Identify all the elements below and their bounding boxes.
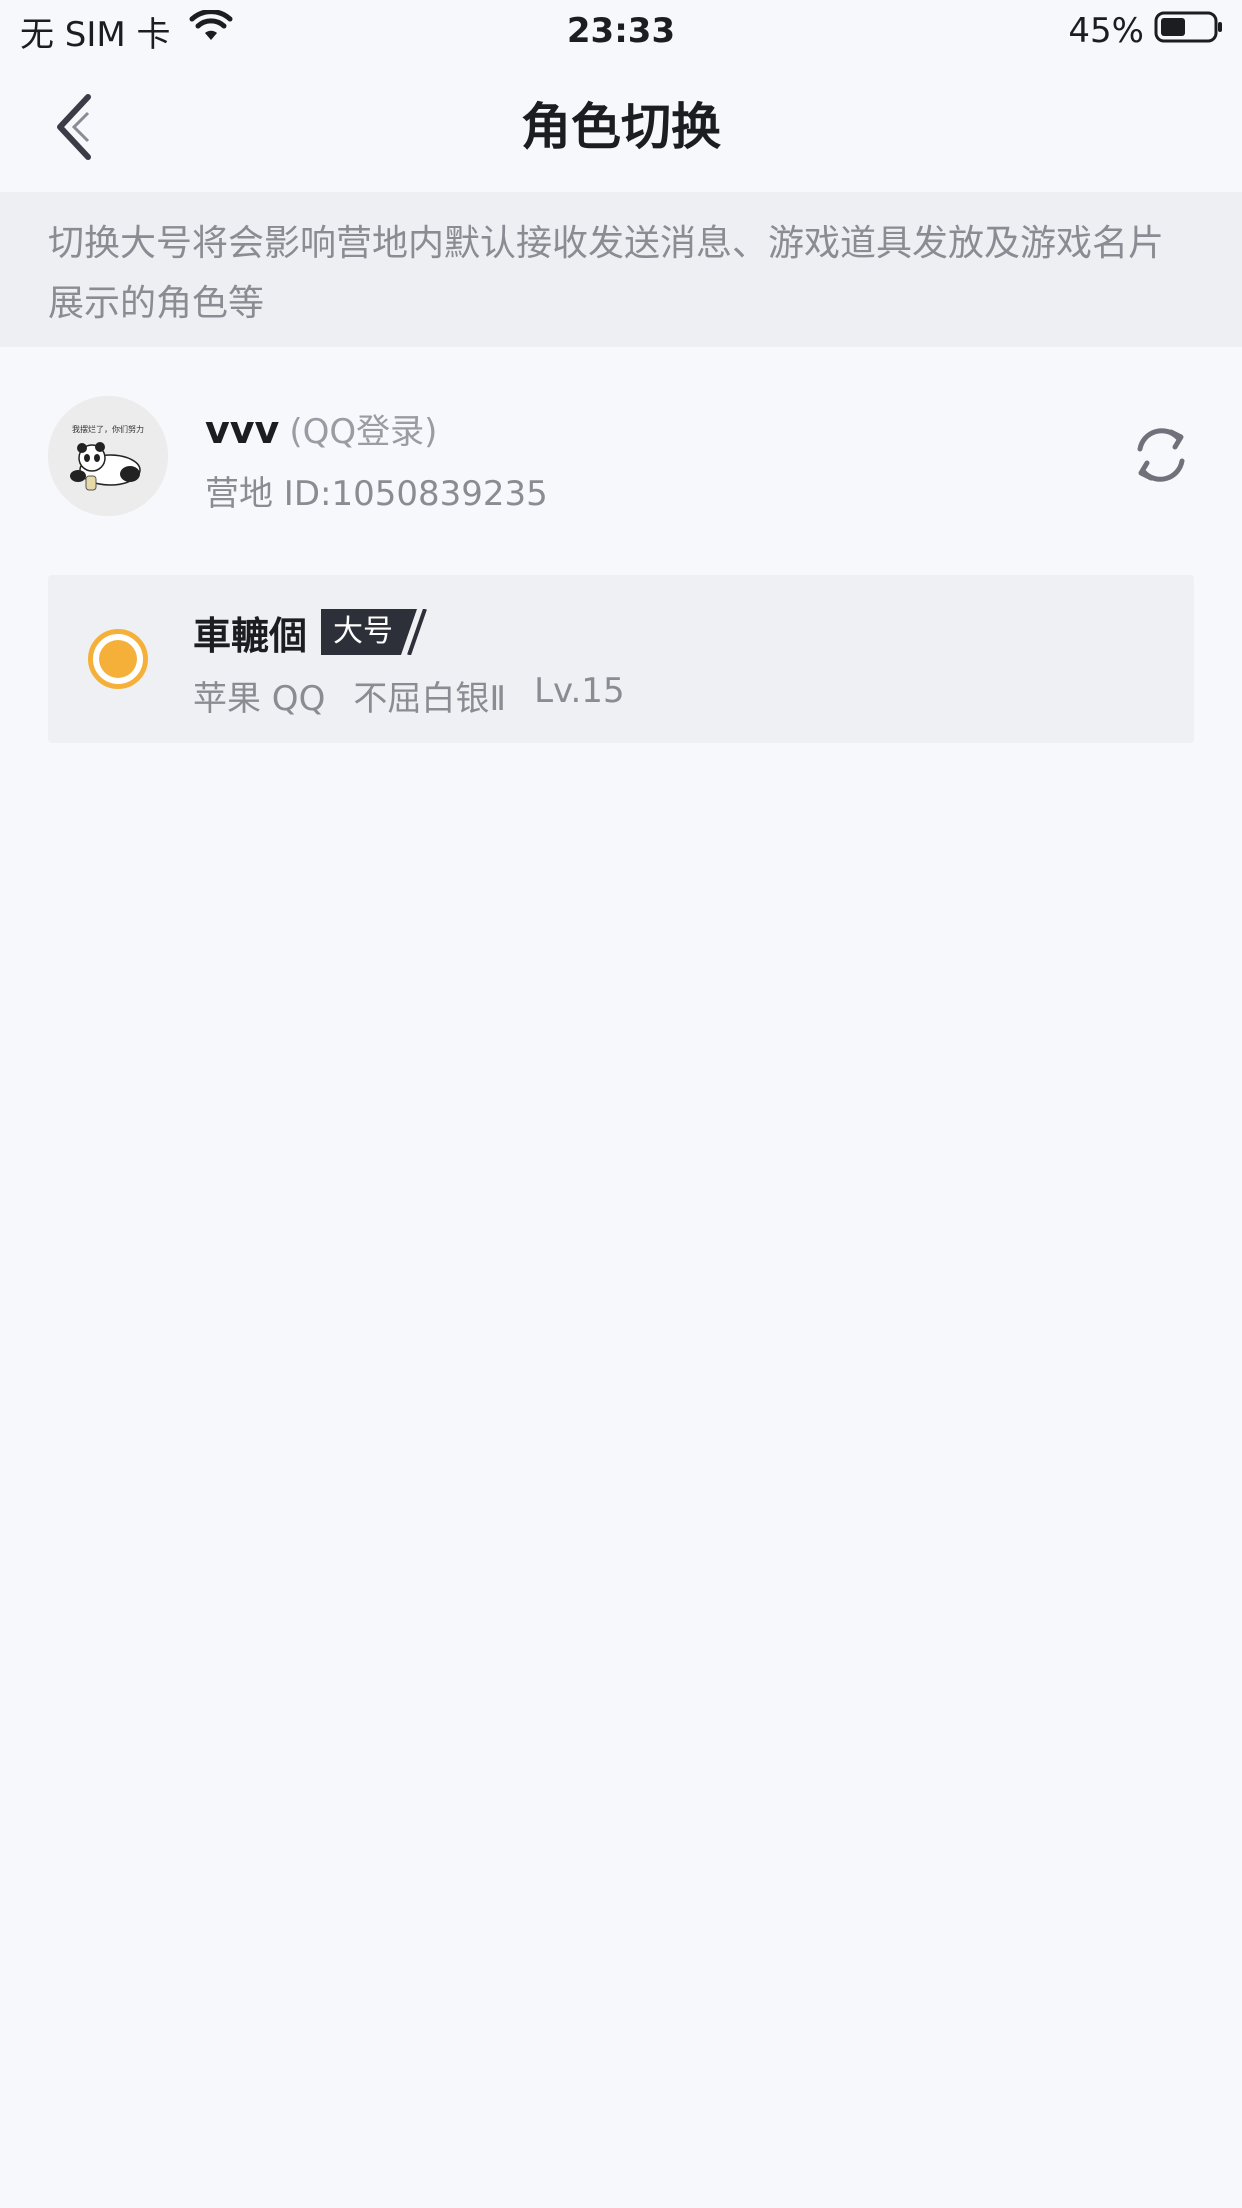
account-name-line: vvv (QQ登录) [205, 404, 437, 454]
page-title: 角色切换 [521, 98, 721, 156]
avatar: 我摆烂了，你们努力 [48, 396, 168, 516]
login-method: (QQ登录) [289, 412, 438, 452]
radio-dot [99, 640, 137, 678]
battery-percentage: 45% [1068, 11, 1144, 51]
role-platform: 苹果 QQ [193, 679, 326, 719]
account-name: vvv [205, 408, 280, 452]
back-button[interactable] [44, 90, 104, 164]
badge-label: 大号 [333, 614, 394, 649]
role-card[interactable]: 車轆個 大号 苹果 QQ 不屈白银Ⅱ Lv.15 [48, 575, 1194, 743]
role-switch-screen: 无 SIM 卡 23:33 45% 角色切换 切换大号将会影响营地内默认接收发送… [0, 0, 1242, 2208]
role-level: Lv.15 [534, 671, 625, 711]
role-name: 車轆個 [193, 613, 308, 658]
status-time: 23:33 [566, 11, 676, 51]
role-meta: 苹果 QQ 不屈白银Ⅱ Lv.15 [193, 671, 653, 720]
account-row: 我摆烂了，你们努力 vvv (QQ登录) 营地 ID:1050839235 [0, 380, 1242, 530]
main-account-badge: 大号 [321, 609, 431, 655]
role-radio-selected[interactable] [88, 629, 148, 689]
battery-icon [1154, 10, 1224, 53]
chevron-left-icon [57, 94, 91, 160]
refresh-button[interactable] [1128, 422, 1194, 488]
camp-id: 营地 ID:1050839235 [205, 474, 548, 514]
status-bar: 无 SIM 卡 23:33 45% [0, 0, 1242, 62]
refresh-icon [1137, 428, 1185, 482]
nav-bar: 角色切换 [0, 62, 1242, 192]
avatar-caption: 我摆烂了，你们努力 [72, 424, 144, 434]
role-name-line: 車轆個 大号 [193, 607, 431, 658]
status-right: 45% [1068, 8, 1224, 54]
notice-banner: 切换大号将会影响营地内默认接收发送消息、游戏道具发放及游戏名片展示的角色等 [0, 192, 1242, 347]
role-rank: 不屈白银Ⅱ [353, 679, 507, 719]
